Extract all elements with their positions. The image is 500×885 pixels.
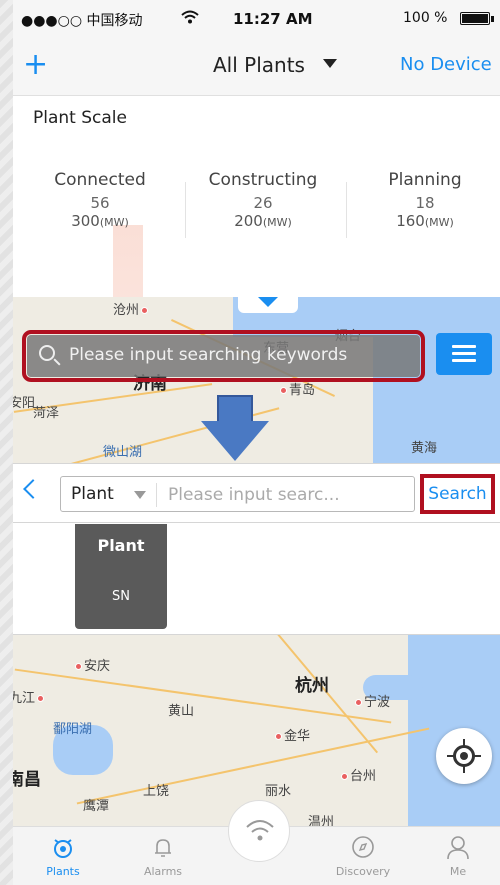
tab-label: Alarms bbox=[143, 865, 183, 878]
stat-constructing[interactable]: Constructing 26 200(MW) bbox=[188, 170, 338, 230]
map-city: 杭州 bbox=[295, 676, 329, 696]
divider bbox=[346, 182, 347, 238]
stat-label: Planning bbox=[388, 170, 462, 190]
search-placeholder: Please input searching keywords bbox=[69, 345, 348, 365]
divider bbox=[185, 182, 186, 238]
wifi-signal-icon bbox=[181, 10, 199, 28]
tab-discovery[interactable]: Discovery bbox=[323, 827, 403, 885]
battery-tip bbox=[491, 16, 494, 22]
tab-label: Plants bbox=[46, 865, 80, 878]
map-city: 九江 bbox=[13, 687, 46, 706]
road bbox=[14, 668, 392, 724]
stat-connected[interactable]: Connected 56 300(MW) bbox=[25, 170, 175, 230]
tab-label: Discovery bbox=[335, 865, 391, 878]
plant-filter-title[interactable]: All Plants bbox=[213, 53, 305, 77]
nav-bar: + All Plants No Device bbox=[13, 38, 500, 96]
map-city: 黄山 bbox=[168, 704, 195, 719]
dropdown-option-sn[interactable]: SN bbox=[75, 589, 167, 604]
list-icon bbox=[452, 352, 476, 355]
bell-icon bbox=[155, 839, 171, 857]
no-device-button[interactable]: No Device bbox=[400, 54, 492, 75]
plant-scale-title: Plant Scale bbox=[33, 108, 127, 128]
search-input[interactable] bbox=[168, 482, 408, 508]
battery-icon bbox=[460, 12, 490, 25]
map-city: 金华 bbox=[273, 725, 310, 744]
divider bbox=[156, 483, 157, 507]
tab-me[interactable]: Me bbox=[418, 827, 498, 885]
person-icon bbox=[447, 836, 469, 860]
dropdown-option-plant[interactable]: Plant bbox=[75, 536, 167, 555]
map-search-box[interactable]: Please input searching keywords bbox=[22, 330, 425, 382]
stat-label: Connected bbox=[54, 170, 146, 190]
map-city: 鄱阳湖 bbox=[53, 722, 93, 737]
phone-screen: ●●●○○ 中国移动 11:27 AM 100 % + All Plants N… bbox=[13, 0, 500, 885]
stat-count: 26 bbox=[253, 194, 273, 212]
plus-icon[interactable]: + bbox=[23, 50, 48, 80]
map-city: 青岛 bbox=[278, 379, 315, 398]
list-view-button[interactable] bbox=[436, 333, 492, 375]
tab-alarms[interactable]: Alarms bbox=[123, 827, 203, 885]
map-city: 微山湖 bbox=[103, 445, 143, 460]
clock: 11:27 AM bbox=[233, 10, 313, 28]
search-icon bbox=[39, 345, 55, 361]
annotation-arrow-head bbox=[201, 421, 269, 461]
back-chevron-icon[interactable] bbox=[23, 479, 43, 499]
chevron-down-icon[interactable] bbox=[258, 297, 278, 307]
plants-icon bbox=[54, 839, 72, 858]
stat-capacity: 200(MW) bbox=[234, 212, 292, 230]
background-edge bbox=[0, 0, 13, 885]
stat-count: 18 bbox=[415, 194, 435, 212]
plant-stats: Connected 56 300(MW) Constructing 26 200… bbox=[13, 170, 500, 255]
tab-plants[interactable]: Plants bbox=[23, 827, 103, 885]
map-city: 宁波 bbox=[353, 691, 390, 710]
annotation-arrow-shaft bbox=[217, 395, 253, 423]
map-city: 黄海 bbox=[411, 441, 438, 456]
map-city: 安阳 bbox=[13, 396, 36, 411]
compass-icon bbox=[352, 836, 374, 858]
stat-count: 56 bbox=[90, 194, 110, 212]
status-bar: ●●●○○ 中国移动 11:27 AM 100 % bbox=[13, 0, 500, 38]
list-icon bbox=[452, 359, 476, 362]
carrier-label: ●●●○○ 中国移动 bbox=[21, 13, 143, 29]
stat-capacity: 160(MW) bbox=[396, 212, 454, 230]
map-city: 菏泽 bbox=[33, 406, 60, 421]
map-city: 安庆 bbox=[73, 655, 110, 674]
wifi-icon bbox=[246, 820, 274, 841]
map-city: 南昌 bbox=[13, 770, 41, 790]
wifi-connect-button[interactable] bbox=[228, 800, 290, 862]
list-icon bbox=[452, 345, 476, 348]
map-city: 沧州 bbox=[113, 299, 150, 318]
locate-button[interactable] bbox=[436, 728, 492, 784]
caret-down-icon[interactable] bbox=[134, 491, 146, 499]
search-button[interactable]: Search bbox=[420, 474, 495, 514]
map-city: 上饶 bbox=[143, 784, 170, 799]
search-type-select[interactable]: Plant bbox=[71, 484, 114, 504]
map-city: 鹰潭 bbox=[83, 799, 110, 814]
search-type-dropdown: Plant SN bbox=[75, 524, 167, 629]
map-city: 丽水 bbox=[265, 784, 292, 799]
search-bar: Plant Search bbox=[13, 463, 500, 523]
map-city: 台州 bbox=[339, 765, 376, 784]
stat-label: Constructing bbox=[208, 170, 318, 190]
map-bottom[interactable]: 安庆 杭州 九江 宁波 黄山 鄱阳湖 金华 南昌 台州 上饶 丽水 鹰潭 温州 bbox=[13, 634, 500, 826]
tab-label: Me bbox=[449, 865, 467, 878]
map-city: 温州 bbox=[308, 815, 335, 826]
caret-down-icon[interactable] bbox=[323, 59, 337, 68]
stat-planning[interactable]: Planning 18 160(MW) bbox=[350, 170, 500, 230]
road bbox=[76, 727, 430, 805]
search-field: Plant bbox=[60, 476, 415, 512]
battery-percent: 100 % bbox=[403, 10, 448, 26]
crosshair-icon bbox=[460, 752, 468, 760]
stat-capacity: 300(MW) bbox=[71, 212, 129, 230]
